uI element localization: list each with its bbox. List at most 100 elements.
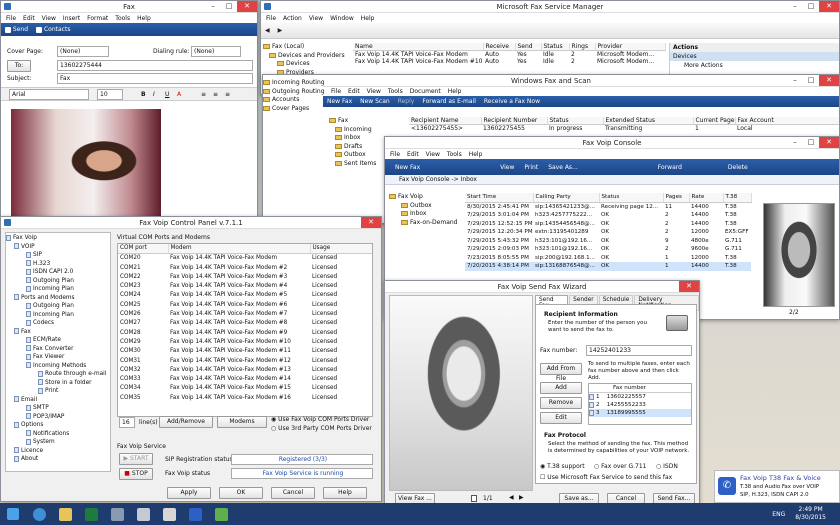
- tree-incoming-plan[interactable]: Incoming Plan: [6, 285, 110, 294]
- minimize-icon[interactable]: –: [787, 137, 803, 148]
- table-row[interactable]: Fax Voip 14.4K TAPI Voice-Fax Modem #10 …: [353, 58, 665, 65]
- table-row[interactable]: COM28 Fax Voip 14.4K TAPI Voice-Fax Modem…: [118, 329, 372, 338]
- remove-button[interactable]: Remove: [540, 397, 582, 409]
- action-more[interactable]: More Actions: [670, 61, 839, 70]
- next-page-icon[interactable]: ▶: [519, 494, 524, 501]
- tree-drafts[interactable]: Drafts: [329, 143, 383, 152]
- table-row[interactable]: COM27 Fax Voip 14.4K TAPI Voice-Fax Modem…: [118, 319, 372, 328]
- table-row[interactable]: COM35 Fax Voip 14.4K TAPI Voice-Fax Modem…: [118, 394, 372, 403]
- reply-button[interactable]: Reply: [398, 98, 415, 105]
- menu-format[interactable]: Format: [87, 15, 108, 22]
- align-center-icon[interactable]: ≡: [213, 91, 218, 98]
- bold-button[interactable]: B: [141, 91, 146, 98]
- maximize-icon[interactable]: □: [803, 137, 819, 148]
- table-row[interactable]: 7/29/2015 12:20:34 PM extn:13195401289 OK 2…: [465, 228, 751, 237]
- table-row[interactable]: COM25 Fax Voip 14.4K TAPI Voice-Fax Modem…: [118, 301, 372, 310]
- prev-page-icon[interactable]: ◀: [509, 494, 514, 501]
- tree-fax-local[interactable]: Fax (Local): [263, 43, 349, 52]
- menu-help[interactable]: Help: [469, 151, 483, 158]
- tree-fax-voip[interactable]: Fax Voip: [389, 193, 461, 202]
- table-row[interactable]: 7/23/2015 8:05:55 PM sip:200@192.168.1...…: [465, 254, 751, 263]
- col-provider[interactable]: Provider: [595, 43, 666, 51]
- menu-file[interactable]: File: [6, 15, 16, 22]
- tree-inbox[interactable]: Inbox: [329, 134, 383, 143]
- tree-outbox[interactable]: Outbox: [389, 202, 461, 211]
- table-row[interactable]: 7/29/2015 2:09:03 PM h323:101@192.16... OK…: [465, 245, 751, 254]
- radio-g711[interactable]: ○ Fax over G.711: [594, 463, 647, 470]
- table-row[interactable]: COM31 Fax Voip 14.4K TAPI Voice-Fax Modem…: [118, 357, 372, 366]
- minimize-icon[interactable]: –: [787, 1, 803, 12]
- tree-outgoing-plan[interactable]: Outgoing Plan: [6, 277, 110, 286]
- forward-email-button[interactable]: Forward as E-mail: [422, 98, 476, 105]
- col-status[interactable]: Status: [541, 43, 570, 51]
- tree-inbox[interactable]: Inbox: [389, 210, 461, 219]
- tree-codecs[interactable]: Codecs: [6, 319, 110, 328]
- tree-voip[interactable]: VOIP: [6, 243, 110, 252]
- tree-fax-converter[interactable]: Fax Converter: [6, 345, 110, 354]
- maximize-icon[interactable]: □: [803, 75, 819, 86]
- menu-view[interactable]: View: [367, 88, 381, 95]
- tree-smtp[interactable]: SMTP: [6, 404, 110, 413]
- radio-3rd-party-driver[interactable]: ○ Use 3rd Party COM Ports Driver: [271, 425, 372, 432]
- table-row[interactable]: 7/29/2015 3:01:04 PM h323:4257775222... OK…: [465, 211, 751, 220]
- add-button[interactable]: Add: [540, 382, 582, 394]
- list-item[interactable]: 1 13602225557: [589, 393, 691, 401]
- menu-edit[interactable]: Edit: [348, 88, 360, 95]
- menu-view[interactable]: View: [42, 15, 56, 22]
- menu-document[interactable]: Document: [410, 88, 441, 95]
- subject-field[interactable]: Fax: [57, 73, 253, 84]
- table-row[interactable]: COM22 Fax Voip 14.4K TAPI Voice-Fax Modem…: [118, 273, 372, 282]
- col-com-port[interactable]: COM port: [118, 244, 169, 255]
- tree-fax-on-demand[interactable]: Fax-on-Demand: [389, 219, 461, 228]
- table-row[interactable]: 7/29/2015 5:43:32 PM h323:101@192.16... OK…: [465, 237, 751, 246]
- tree-devices[interactable]: Devices: [263, 60, 349, 69]
- menu-window[interactable]: Window: [330, 15, 354, 22]
- menu-action[interactable]: Action: [283, 15, 302, 22]
- receive-fax-button[interactable]: Receive a Fax Now: [484, 98, 540, 105]
- apply-button[interactable]: Apply: [167, 487, 211, 499]
- menu-tools[interactable]: Tools: [447, 151, 462, 158]
- to-field[interactable]: 13602275444: [57, 60, 253, 71]
- taskbar-item-fax-voip[interactable]: [208, 503, 234, 525]
- menu-insert[interactable]: Insert: [63, 15, 80, 22]
- add-from-file-button[interactable]: Add From File: [540, 363, 582, 382]
- menu-file[interactable]: File: [390, 151, 400, 158]
- cancel-button[interactable]: Cancel: [271, 487, 315, 499]
- menu-tools[interactable]: Tools: [115, 15, 130, 22]
- menu-tools[interactable]: Tools: [388, 88, 403, 95]
- radio-fax-voip-driver[interactable]: ◉ Use Fax Voip COM Ports Driver: [271, 416, 369, 423]
- start-button[interactable]: [0, 503, 26, 525]
- taskbar-item-excel[interactable]: [78, 503, 104, 525]
- menu-file[interactable]: File: [266, 15, 276, 22]
- taskbar-item-network[interactable]: [104, 503, 130, 525]
- col-start-time[interactable]: Start Time: [465, 193, 534, 203]
- menu-file[interactable]: File: [331, 88, 341, 95]
- radio-isdn[interactable]: ○ ISDN: [656, 463, 678, 470]
- align-right-icon[interactable]: ≡: [225, 91, 230, 98]
- table-row[interactable]: 8/30/2015 2:45:41 PM sip:14365421233@... R…: [465, 202, 751, 211]
- col-receive[interactable]: Receive: [483, 43, 516, 51]
- col-rings[interactable]: Rings: [569, 43, 596, 51]
- col-calling-party[interactable]: Calling Party: [533, 193, 600, 203]
- view-button[interactable]: View: [500, 164, 514, 171]
- tree-email[interactable]: Email: [6, 396, 110, 405]
- table-row[interactable]: COM24 Fax Voip 14.4K TAPI Voice-Fax Modem…: [118, 291, 372, 300]
- tree-outgoing-routing[interactable]: Outgoing Routing: [263, 88, 325, 97]
- use-ms-fax-checkbox[interactable]: ☐ Use Microsoft Fax Service to send this…: [540, 474, 672, 481]
- tree-system[interactable]: System: [6, 438, 110, 447]
- tree-h323[interactable]: H.323: [6, 260, 110, 269]
- menu-help[interactable]: Help: [137, 15, 151, 22]
- fax-number-input[interactable]: 14252401233: [586, 345, 692, 356]
- tree-incoming-methods[interactable]: Incoming Methods: [6, 362, 110, 371]
- tree-accounts[interactable]: Accounts: [263, 96, 323, 105]
- col-status[interactable]: Status: [547, 117, 604, 125]
- tree-cover-pages[interactable]: Cover Pages: [263, 105, 323, 114]
- forward-button[interactable]: Forward: [658, 164, 682, 171]
- italic-button[interactable]: I: [153, 91, 155, 98]
- cover-page-select[interactable]: (None): [57, 46, 109, 57]
- new-scan-button[interactable]: New Scan: [360, 98, 390, 105]
- to-button[interactable]: To:: [7, 60, 31, 72]
- font-color-button[interactable]: A: [177, 91, 181, 98]
- maximize-icon[interactable]: □: [803, 1, 819, 12]
- table-row[interactable]: COM32 Fax Voip 14.4K TAPI Voice-Fax Modem…: [118, 366, 372, 375]
